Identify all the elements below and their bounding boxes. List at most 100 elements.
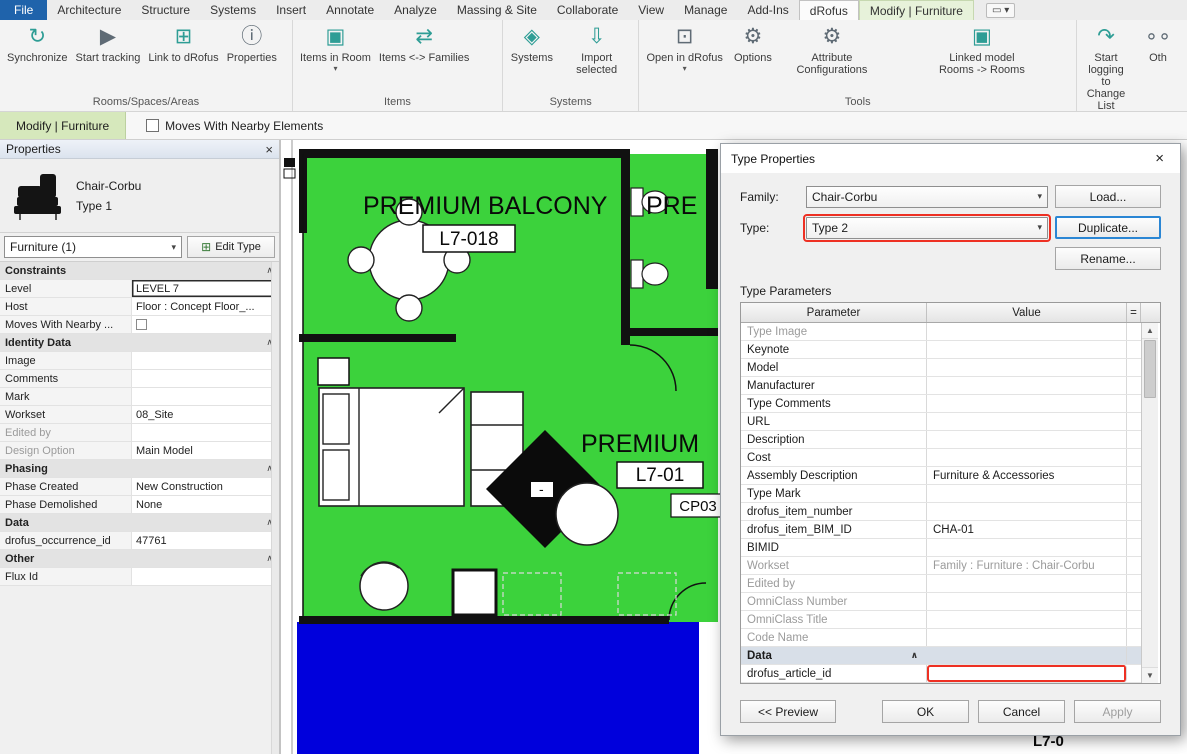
ribbon-button[interactable]: ◈ Systems ▾ <box>506 22 558 64</box>
equipment-tag[interactable]: CP03 <box>671 494 725 517</box>
ribbon-button[interactable]: ⚙ Options ▾ <box>727 22 779 64</box>
property-row[interactable]: Design Option ∧ Main Model <box>0 442 279 460</box>
ribbon-button[interactable]: ↻ Synchronize ▾ <box>3 22 72 64</box>
edit-type-button[interactable]: ⊞ Edit Type <box>187 236 275 258</box>
property-row[interactable]: Moves With Nearby ... ∧ <box>0 316 279 334</box>
checkbox-unchecked-icon[interactable] <box>146 119 159 132</box>
ribbon-button[interactable]: ∘∘ Oth ▾ <box>1132 22 1184 64</box>
dialog-titlebar[interactable]: Type Properties × <box>721 144 1180 173</box>
parameter-row[interactable]: BIMID ∧ <box>741 539 1141 557</box>
ok-button[interactable]: OK <box>882 700 969 723</box>
parameter-row[interactable]: Cost ∧ <box>741 449 1141 467</box>
room-name-label[interactable]: PREMIUM BALCONY <box>363 192 608 220</box>
property-row[interactable]: Data ∧ <box>0 514 279 532</box>
property-row[interactable]: Phase Demolished ∧ None <box>0 496 279 514</box>
bed[interactable] <box>319 388 464 506</box>
close-icon[interactable]: × <box>1149 150 1170 167</box>
ribbon-tab[interactable]: Annotate <box>316 0 384 20</box>
ribbon-tab[interactable]: Massing & Site <box>447 0 547 20</box>
ribbon-tab[interactable]: Architecture <box>47 0 131 20</box>
ribbon-button[interactable]: ⊞ Link to dRofus ▾ <box>144 22 222 64</box>
parameter-row[interactable]: Keynote ∧ <box>741 341 1141 359</box>
parameter-row[interactable]: Type Mark ∧ <box>741 485 1141 503</box>
close-icon[interactable]: × <box>265 142 273 157</box>
parameter-row[interactable]: OmniClass Number ∧ <box>741 593 1141 611</box>
duplicate-button[interactable]: Duplicate... <box>1055 216 1161 239</box>
ribbon-tab[interactable]: Systems <box>200 0 266 20</box>
ribbon-button[interactable]: ▣ Items in Room ▾ <box>296 22 375 73</box>
ribbon-button[interactable]: ↷ Start logging to Change List ▾ <box>1080 22 1132 112</box>
element-selector[interactable]: Furniture (1) ▾ <box>4 236 182 258</box>
property-row[interactable]: Mark ∧ <box>0 388 279 406</box>
type-select[interactable]: Type 2 ▾ <box>806 217 1048 239</box>
room-tag[interactable]: L7-01 <box>617 462 703 488</box>
ribbon-tab[interactable]: Analyze <box>384 0 447 20</box>
property-row[interactable]: drofus_occurrence_id ∧ 47761 <box>0 532 279 550</box>
property-row[interactable]: Edited by ∧ <box>0 424 279 442</box>
ribbon-tab[interactable]: dRofus <box>799 0 859 20</box>
parameter-row[interactable]: Type Image ∧ <box>741 323 1141 341</box>
column[interactable] <box>318 358 349 385</box>
parameter-row[interactable]: Code Name ∧ <box>741 629 1141 647</box>
checkbox-unchecked-icon[interactable] <box>136 319 147 330</box>
moves-with-nearby-option[interactable]: Moves With Nearby Elements <box>146 119 323 133</box>
parameter-row[interactable]: Assembly Description ∧ Furniture & Acces… <box>741 467 1141 485</box>
ribbon-tab[interactable]: Structure <box>131 0 200 20</box>
ribbon-tab[interactable]: Manage <box>674 0 737 20</box>
ribbon-button[interactable]: ⚙ Attribute Configurations ▾ <box>779 22 885 76</box>
ribbon-tab[interactable]: Modify | Furniture <box>859 0 974 20</box>
ribbon-button[interactable]: ⇄ Items <-> Families ▾ <box>375 22 473 64</box>
property-row[interactable]: Identity Data ∧ <box>0 334 279 352</box>
parameter-row[interactable]: OmniClass Title ∧ <box>741 611 1141 629</box>
corbu-armchair[interactable] <box>360 562 408 610</box>
rename-button[interactable]: Rename... <box>1055 247 1161 270</box>
modify-furniture-chip[interactable]: Modify | Furniture <box>0 112 126 139</box>
ribbon-tab[interactable]: View <box>628 0 674 20</box>
ribbon-button[interactable]: ⇩ Import selected ▾ <box>558 22 636 76</box>
room-name-label-partial[interactable]: PRE <box>646 192 697 220</box>
room-name-label[interactable]: PREMIUM <box>581 430 699 458</box>
parameter-row[interactable]: Workset ∧ Family : Furniture : Chair-Cor… <box>741 557 1141 575</box>
ribbon-button[interactable]: ▣ Linked model Rooms -> Rooms ▾ <box>929 22 1035 76</box>
scroll-down-icon[interactable]: ▼ <box>1142 667 1158 683</box>
family-select[interactable]: Chair-Corbu ▾ <box>806 186 1048 208</box>
load-button[interactable]: Load... <box>1055 185 1161 208</box>
ribbon-button[interactable]: ⊡ Open in dRofus ▾ <box>642 22 726 73</box>
parameter-row[interactable]: Type Comments ∧ <box>741 395 1141 413</box>
properties-scrollbar[interactable] <box>271 262 279 754</box>
property-row[interactable]: Comments ∧ <box>0 370 279 388</box>
table-scrollbar[interactable]: ▲ ▼ <box>1141 323 1158 683</box>
property-row[interactable]: Flux Id ∧ <box>0 568 279 586</box>
parameter-row[interactable]: Description ∧ <box>741 431 1141 449</box>
property-row[interactable]: Host ∧ Floor : Concept Floor_... <box>0 298 279 316</box>
parameter-row[interactable]: Model ∧ <box>741 359 1141 377</box>
property-row[interactable]: Phasing ∧ <box>0 460 279 478</box>
ribbon-tab[interactable]: Insert <box>266 0 316 20</box>
ribbon-tab[interactable]: Collaborate <box>547 0 628 20</box>
property-row[interactable]: Other ∧ <box>0 550 279 568</box>
room-tag[interactable]: L7-018 <box>423 225 515 252</box>
scrollbar-thumb[interactable] <box>1144 340 1156 398</box>
tab-file[interactable]: File <box>0 0 47 20</box>
apply-button[interactable]: Apply <box>1074 700 1161 723</box>
parameter-row[interactable]: drofus_item_BIM_ID ∧ CHA-01 <box>741 521 1141 539</box>
parameter-row[interactable]: drofus_item_number ∧ <box>741 503 1141 521</box>
parameter-row[interactable]: URL ∧ <box>741 413 1141 431</box>
property-row[interactable]: Phase Created ∧ New Construction <box>0 478 279 496</box>
preview-button[interactable]: << Preview <box>740 700 836 723</box>
ribbon-button[interactable]: ⓘ Properties ▾ <box>223 22 281 64</box>
property-row[interactable]: Level ∧ LEVEL 7 <box>0 280 279 298</box>
ribbon-button[interactable]: ▶ Start tracking ▾ <box>72 22 145 64</box>
ribbon-display-toggle[interactable]: ▭ ▾ <box>986 3 1015 18</box>
cancel-button[interactable]: Cancel <box>978 700 1065 723</box>
parameter-row[interactable]: drofus_article_id ∧ <box>741 665 1141 683</box>
parameter-row[interactable]: Edited by ∧ <box>741 575 1141 593</box>
scroll-up-icon[interactable]: ▲ <box>1142 323 1158 339</box>
properties-titlebar[interactable]: Properties × <box>0 140 279 159</box>
parameter-row[interactable]: Data ∧ <box>741 647 1141 665</box>
parameter-row[interactable]: Manufacturer ∧ <box>741 377 1141 395</box>
property-row[interactable]: Workset ∧ 08_Site <box>0 406 279 424</box>
side-table[interactable] <box>453 570 496 615</box>
property-row[interactable]: Image ∧ <box>0 352 279 370</box>
property-row[interactable]: Constraints ∧ <box>0 262 279 280</box>
